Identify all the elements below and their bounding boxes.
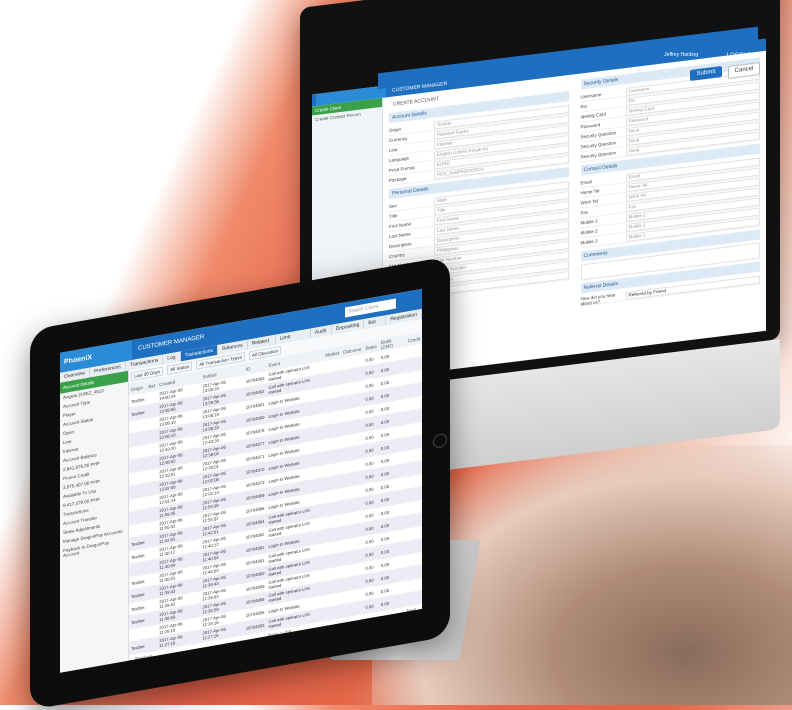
transactions-panel: Last 30 Days All States All Transaction Ty… xyxy=(129,318,422,661)
logout-link[interactable]: LOGOUT xyxy=(727,53,752,59)
ipad-screen: PhoeniX CUSTOMER MANAGER Search Client O… xyxy=(60,288,422,673)
user-info: Jeffrey Harding xyxy=(664,52,698,58)
ipad-device: PhoeniX CUSTOMER MANAGER Search Client O… xyxy=(30,236,450,710)
ipad-sidebar: Account Details Angela ZUBIZ_4612 Account… xyxy=(60,370,129,673)
field-label: Package xyxy=(389,175,407,184)
referral-label: How did you hear about us? xyxy=(580,291,616,307)
field-label: Security Question xyxy=(580,150,617,160)
imac-form-right-column: Security Details Username Username Pin Pin I… xyxy=(575,51,767,355)
transactions-table: Origin Bet Created Settled ID Event Market Outc… xyxy=(129,331,422,656)
field-label: Mobile 3 xyxy=(580,238,598,246)
